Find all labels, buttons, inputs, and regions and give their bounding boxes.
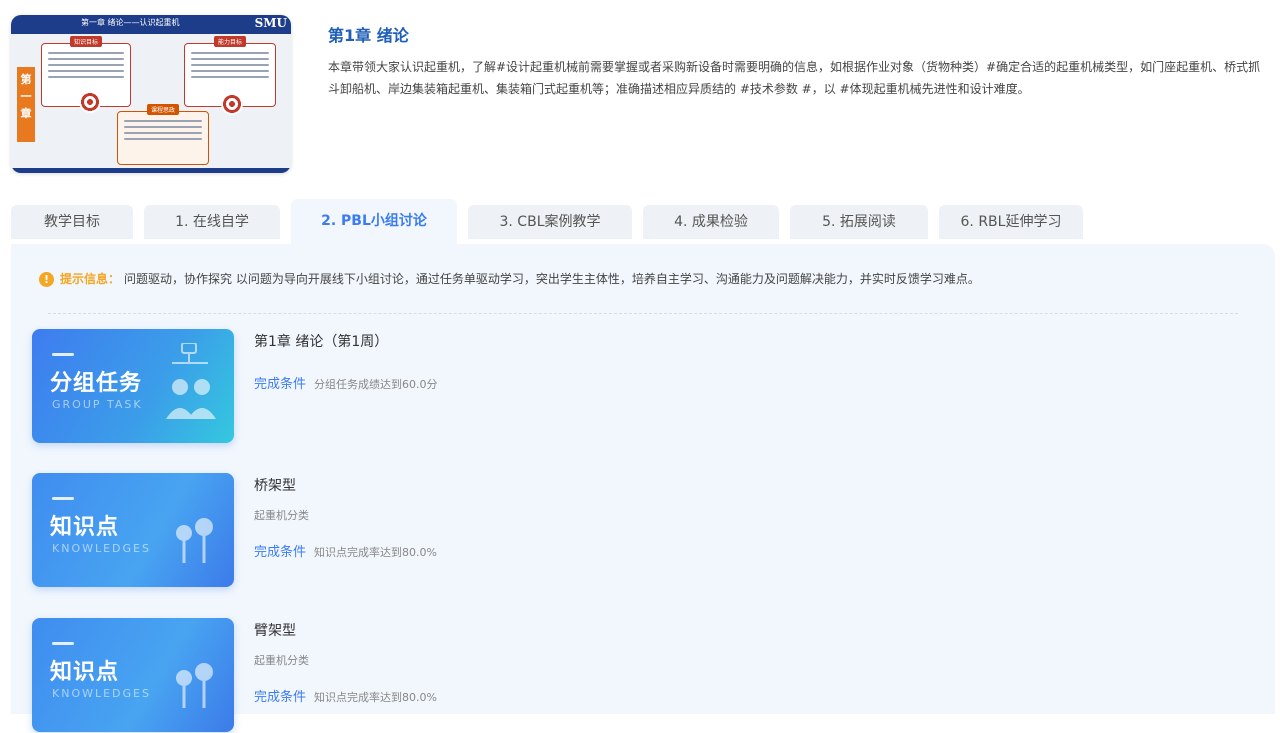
tip-message: ! 提示信息： 问题驱动，协作探究 以问题为导向开展线下小组讨论，通过任务单驱动学习…	[39, 270, 980, 287]
chapter-title: 第1章 绪论	[328, 26, 409, 45]
group-task-banner[interactable]: 分组任务 GROUP TASK	[32, 329, 234, 443]
exclamation-icon: !	[39, 272, 54, 287]
condition-value: 知识点完成率达到80.0%	[314, 691, 437, 704]
task-title[interactable]: 桥架型	[254, 475, 296, 495]
banner-title: 知识点	[50, 660, 120, 685]
task-title[interactable]: 臂架型	[254, 620, 296, 640]
tab-online-self-study[interactable]: 1. 在线自学	[144, 205, 280, 239]
tab-bar: 教学目标 1. 在线自学 2. PBL小组讨论 3. CBL案例教学 4. 成果…	[11, 199, 1268, 244]
cover-box-caption: 知识目标	[69, 36, 103, 47]
cover-logo: SMU	[254, 16, 287, 30]
cover-box-caption: 课程思政	[146, 104, 180, 115]
divider	[48, 313, 1238, 314]
target-icon	[221, 93, 243, 115]
task-item: 知识点 KNOWLEDGES 桥架型 起重机分类 完成条件 知识点完成率达到80.…	[32, 473, 1252, 588]
banner-dash	[52, 642, 74, 645]
tab-cbl-case-teaching[interactable]: 3. CBL案例教学	[468, 205, 632, 239]
tab-rbl-extension[interactable]: 6. RBL延伸学习	[939, 205, 1083, 239]
tip-text: 问题驱动，协作探究 以问题为导向开展线下小组讨论，通过任务单驱动学习，突出学生主…	[124, 272, 980, 286]
condition-value: 知识点完成率达到80.0%	[314, 546, 437, 559]
knowledge-tree-icon	[176, 518, 213, 563]
cover-box-ideology: 课程思政	[117, 104, 209, 165]
chapter-description: 本章带领大家认识起重机，了解#设计起重机械前需要掌握或者采购新设备时需要明确的信…	[328, 60, 1261, 96]
banner-title: 知识点	[50, 515, 120, 540]
chapter-cover-image[interactable]: 第一章 绪论——认识起重机 SMU 第一章 知识目标 能力目标 课程思政	[11, 15, 291, 173]
tab-result-check[interactable]: 4. 成果检验	[643, 205, 779, 239]
condition-label: 完成条件	[254, 377, 307, 392]
task-subtitle: 起重机分类	[254, 509, 309, 522]
condition-label: 完成条件	[254, 545, 307, 560]
condition-value: 分组任务成绩达到60.0分	[314, 378, 438, 391]
target-icon	[79, 91, 101, 113]
completion-condition: 完成条件 知识点完成率达到80.0%	[254, 686, 437, 705]
knowledge-tree-icon	[176, 663, 213, 708]
cover-side-label: 第一章	[17, 67, 35, 142]
condition-label: 完成条件	[254, 690, 307, 705]
cover-title: 第一章 绪论——认识起重机	[81, 18, 180, 27]
task-item: 分组任务 GROUP TASK 第1章 绪论（第1周） 完成条件 分组任务成绩达到…	[32, 329, 1252, 444]
tab-extended-reading[interactable]: 5. 拓展阅读	[790, 205, 928, 239]
completion-condition: 完成条件 知识点完成率达到80.0%	[254, 541, 437, 560]
knowledge-banner[interactable]: 知识点 KNOWLEDGES	[32, 473, 234, 587]
knowledge-banner[interactable]: 知识点 KNOWLEDGES	[32, 618, 234, 732]
banner-subtitle: KNOWLEDGES	[52, 687, 151, 700]
banner-subtitle: KNOWLEDGES	[52, 542, 151, 555]
tab-teaching-goals[interactable]: 教学目标	[11, 205, 133, 239]
banner-dash	[52, 497, 74, 500]
task-item: 知识点 KNOWLEDGES 臂架型 起重机分类 完成条件 知识点完成率达到80.…	[32, 618, 1252, 733]
task-subtitle: 起重机分类	[254, 654, 309, 667]
banner-subtitle: GROUP TASK	[52, 398, 143, 411]
banner-dash	[52, 353, 74, 356]
banner-title: 分组任务	[50, 371, 143, 396]
tab-pbl-discussion[interactable]: 2. PBL小组讨论	[291, 199, 457, 244]
tab-content-panel: ! 提示信息： 问题驱动，协作探究 以问题为导向开展线下小组讨论，通过任务单驱动学习…	[11, 244, 1275, 732]
cover-box-caption: 能力目标	[213, 36, 247, 47]
task-title[interactable]: 第1章 绪论（第1周）	[254, 331, 388, 351]
cover-bottom-bar	[11, 168, 291, 173]
completion-condition: 完成条件 分组任务成绩达到60.0分	[254, 373, 438, 392]
tip-label: 提示信息：	[60, 272, 121, 286]
group-people-icon	[166, 343, 216, 419]
